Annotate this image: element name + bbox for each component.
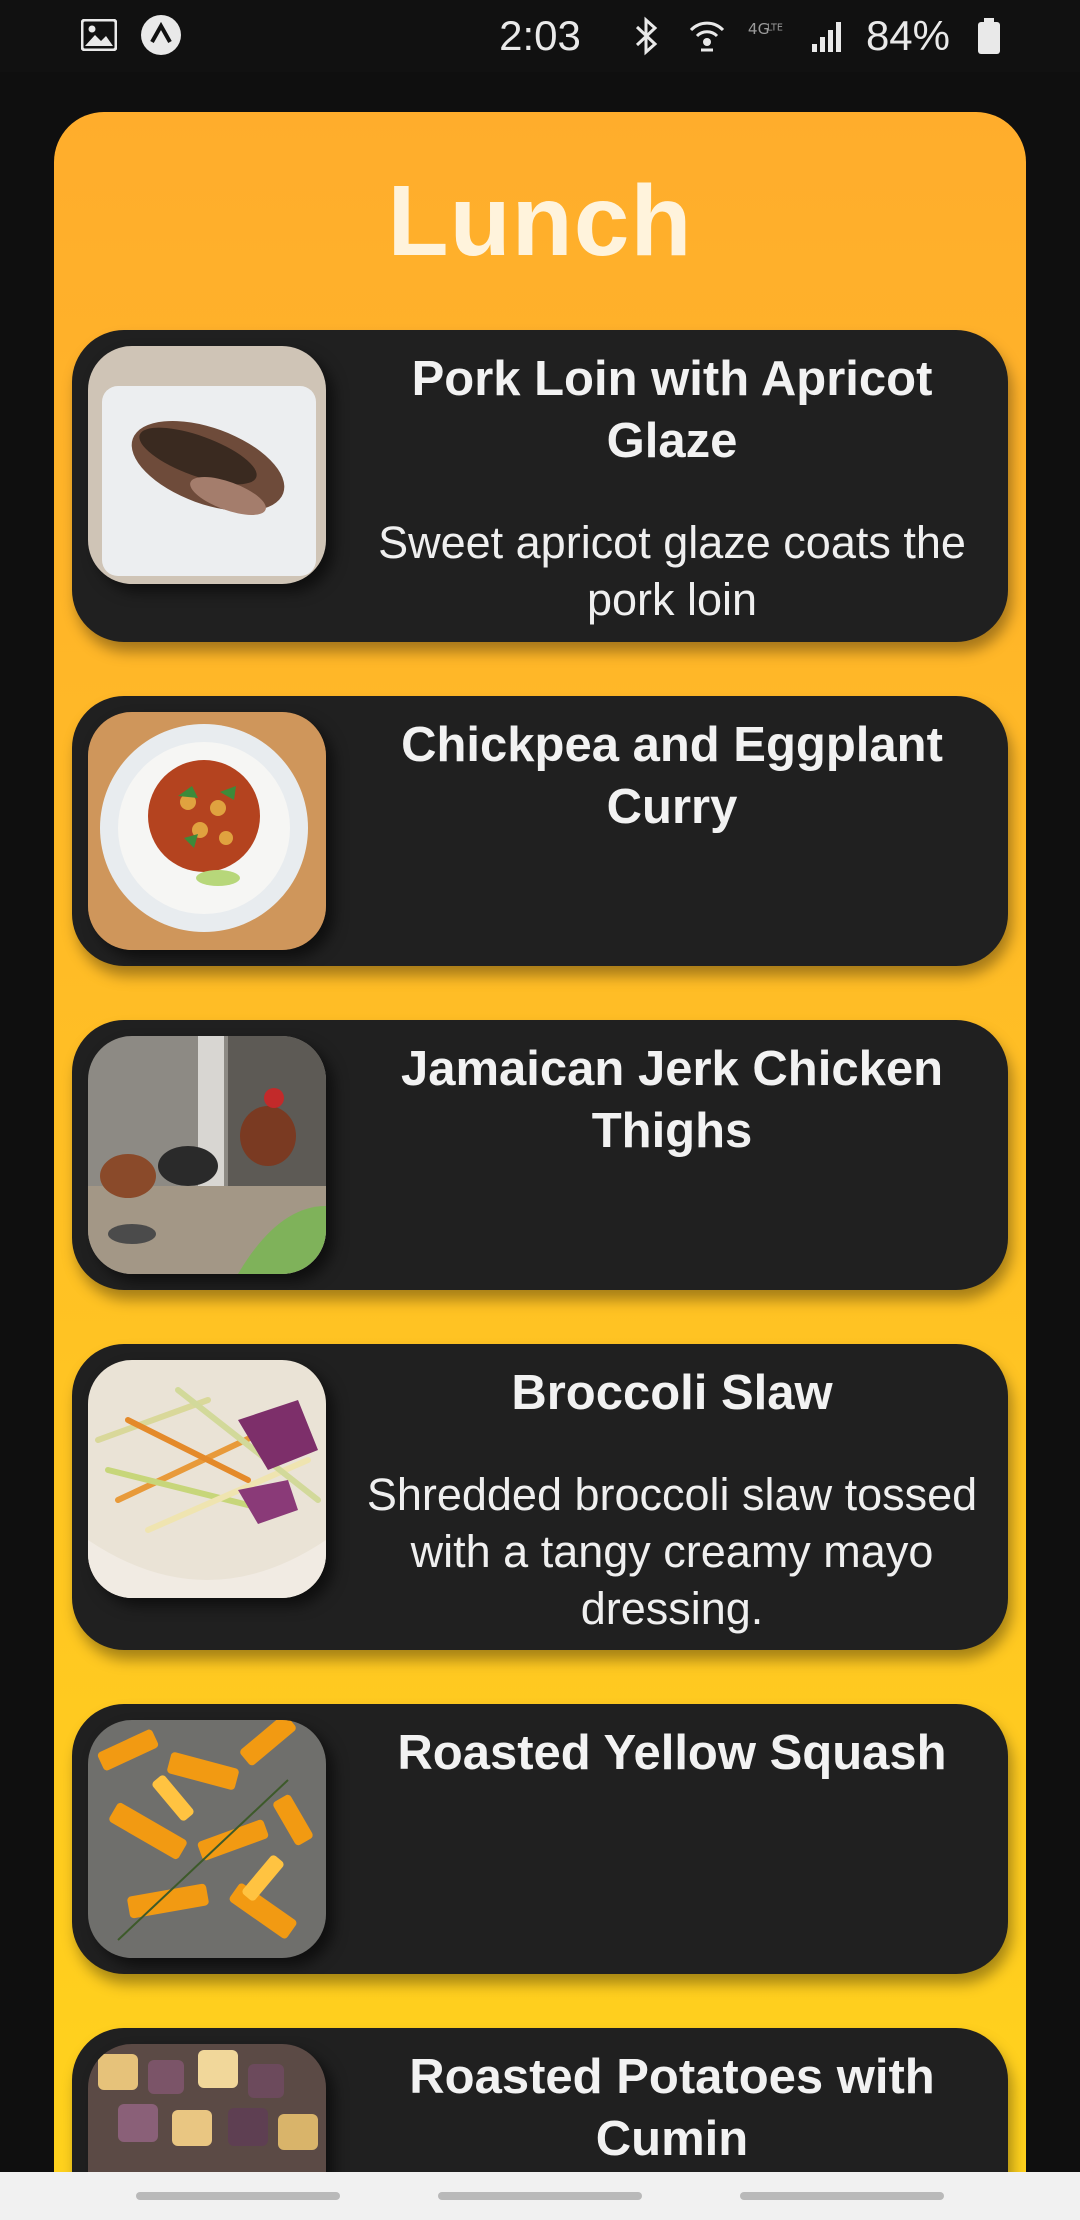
navigation-bar: [0, 2172, 1080, 2220]
recipe-panel: Lunch Pork Loin with Apricot Glaze Sweet…: [54, 112, 1026, 2172]
pork-loin-image: [88, 346, 326, 584]
recipe-text: Roasted Potatoes with Cumin: [342, 2046, 1002, 2170]
broccoli-slaw-image: [88, 1360, 326, 1598]
recipe-card-broccoli-slaw[interactable]: Broccoli Slaw Shredded broccoli slaw tos…: [72, 1344, 1008, 1650]
recipe-text: Broccoli Slaw Shredded broccoli slaw tos…: [342, 1362, 1002, 1637]
status-bar: 2:03 4G LTE 84%: [0, 0, 1080, 72]
recipe-card-chickpea-curry[interactable]: Chickpea and Eggplant Curry: [72, 696, 1008, 966]
signal-icon: [806, 15, 848, 57]
page-title: Lunch: [387, 165, 693, 277]
recipe-title: Roasted Yellow Squash: [397, 1726, 947, 1780]
recipe-text: Roasted Yellow Squash: [342, 1722, 1002, 1784]
recipe-description: Sweet apricot glaze coats the pork loin: [378, 517, 966, 625]
chickens-image: [88, 1036, 326, 1274]
recipe-title: Broccoli Slaw: [511, 1366, 833, 1420]
wifi-calling-icon: [686, 15, 728, 57]
recipe-text: Chickpea and Eggplant Curry: [342, 714, 1002, 838]
roasted-squash-image: [88, 1720, 326, 1958]
nav-back-handle[interactable]: [740, 2192, 944, 2200]
bluetooth-icon: [626, 15, 668, 57]
recipe-card-roasted-potatoes[interactable]: Roasted Potatoes with Cumin: [72, 2028, 1008, 2172]
battery-percent: 84%: [865, 12, 950, 59]
chickpea-curry-image: [88, 712, 326, 950]
recipe-title: Jamaican Jerk Chicken Thighs: [400, 1042, 944, 1158]
svg-text:LTE: LTE: [767, 22, 783, 33]
recipe-description: Shredded broccoli slaw tossed with a tan…: [366, 1469, 978, 1634]
4g-icon: 4G LTE: [746, 15, 788, 57]
nav-recent-handle[interactable]: [136, 2192, 340, 2200]
nav-home-handle[interactable]: [438, 2192, 642, 2200]
battery-icon: [968, 15, 1010, 57]
recipe-card-pork-loin[interactable]: Pork Loin with Apricot Glaze Sweet apric…: [72, 330, 1008, 642]
recipe-card-jerk-chicken[interactable]: Jamaican Jerk Chicken Thighs: [72, 1020, 1008, 1290]
roasted-potatoes-image: [88, 2044, 326, 2172]
recipe-text: Pork Loin with Apricot Glaze Sweet apric…: [342, 348, 1002, 628]
recipe-card-roasted-squash[interactable]: Roasted Yellow Squash: [72, 1704, 1008, 1974]
recipe-title: Pork Loin with Apricot Glaze: [411, 352, 933, 468]
recipe-title: Roasted Potatoes with Cumin: [409, 2050, 935, 2166]
recipe-title: Chickpea and Eggplant Curry: [401, 718, 943, 834]
recipe-text: Jamaican Jerk Chicken Thighs: [342, 1038, 1002, 1162]
status-right-icons: 4G LTE 84%: [626, 12, 1010, 60]
